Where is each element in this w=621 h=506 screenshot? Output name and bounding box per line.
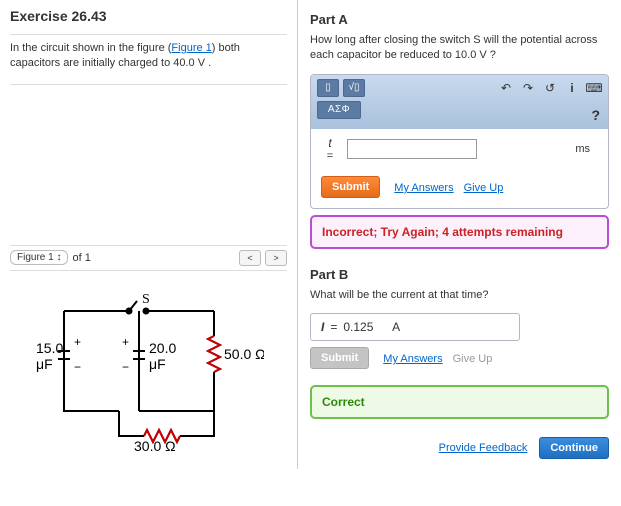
chevron-updown-icon: ↕ — [56, 252, 61, 263]
part-a-title: Part A — [310, 12, 609, 27]
continue-button[interactable]: Continue — [539, 437, 609, 459]
part-a-equals: = — [327, 151, 333, 162]
part-b-equals: = — [330, 320, 337, 334]
figure-selector-bar: Figure 1 ↕ of 1 < > — [10, 245, 287, 271]
switch-label: S — [142, 292, 150, 307]
cap1-unit: μF — [36, 356, 53, 372]
exercise-title: Exercise 26.43 — [10, 8, 287, 24]
info-icon[interactable]: i — [564, 81, 580, 95]
redo-icon[interactable]: ↷ — [520, 81, 536, 95]
part-a-question: How long after closing the switch S will… — [310, 33, 609, 64]
part-b-value: 0.125 — [343, 320, 373, 334]
footer-row: Provide Feedback Continue — [310, 437, 609, 459]
prompt-text-pre: In the circuit shown in the figure ( — [10, 42, 171, 54]
part-b-submit-button: Submit — [310, 347, 369, 369]
equation-toolbar: ▯ √▯ ΑΣΦ ↶ ↷ ↺ i ⌨ ? — [311, 75, 608, 129]
help-icon[interactable]: ? — [591, 107, 600, 123]
part-b-my-answers-link[interactable]: My Answers — [383, 353, 442, 365]
toolbar-btn-greek[interactable]: ΑΣΦ — [317, 101, 361, 119]
cap2-unit: μF — [149, 356, 166, 372]
part-a-submit-button[interactable]: Submit — [321, 176, 380, 198]
figure-link[interactable]: Figure 1 — [171, 42, 211, 54]
exercise-prompt: In the circuit shown in the figure (Figu… — [10, 34, 287, 85]
keyboard-icon[interactable]: ⌨ — [586, 81, 602, 95]
cap2-value: 20.0 — [149, 340, 176, 356]
cap1-plus-icon: + — [74, 335, 81, 349]
part-a-my-answers-link[interactable]: My Answers — [394, 182, 453, 194]
part-a-answer-pod: ▯ √▯ ΑΣΦ ↶ ↷ ↺ i ⌨ ? — [310, 74, 609, 209]
cap2-plus-icon: + — [122, 335, 129, 349]
part-b-variable: I — [321, 320, 324, 334]
part-a-feedback: Incorrect; Try Again; 4 attempts remaini… — [310, 215, 609, 249]
part-a-section: Part A How long after closing the switch… — [310, 12, 609, 249]
cap2-minus-icon: − — [122, 360, 129, 374]
part-b-feedback: Correct — [310, 385, 609, 419]
toolbar-btn-sqrt[interactable]: √▯ — [343, 79, 365, 97]
part-b-unit: A — [392, 320, 400, 334]
provide-feedback-link[interactable]: Provide Feedback — [439, 442, 528, 454]
figure-next-button[interactable]: > — [265, 250, 287, 266]
cap1-minus-icon: − — [74, 360, 81, 374]
res1-label: 50.0 Ω — [224, 346, 264, 362]
figure-dropdown-label: Figure 1 — [17, 252, 54, 263]
toolbar-btn-boxed[interactable]: ▯ — [317, 79, 339, 97]
figure-prev-button[interactable]: < — [239, 250, 261, 266]
part-a-variable: t — [321, 137, 339, 149]
part-b-section: Part B What will be the current at that … — [310, 267, 609, 419]
part-b-question: What will be the current at that time? — [310, 288, 609, 303]
part-b-answer-box: I = 0.125 A — [310, 313, 520, 341]
figure-dropdown[interactable]: Figure 1 ↕ — [10, 250, 68, 265]
part-b-title: Part B — [310, 267, 609, 282]
part-a-unit: ms — [575, 143, 598, 155]
part-a-input[interactable] — [347, 139, 477, 159]
part-b-give-up-link: Give Up — [453, 353, 493, 365]
figure-of-text: of 1 — [72, 252, 90, 264]
undo-icon[interactable]: ↶ — [498, 81, 514, 95]
cap1-value: 15.0 — [36, 340, 63, 356]
part-a-give-up-link[interactable]: Give Up — [464, 182, 504, 194]
circuit-diagram: S 15.0 μF + − 20.0 μF + − 50.0 Ω 30.0 Ω — [10, 271, 287, 461]
reset-icon[interactable]: ↺ — [542, 81, 558, 95]
